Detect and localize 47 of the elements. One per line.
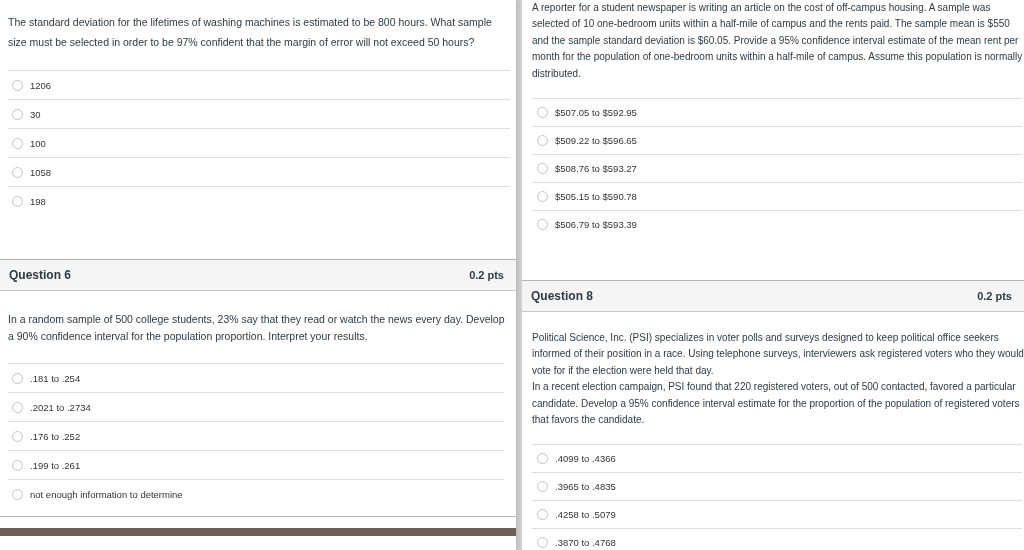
radio-button[interactable] (537, 135, 548, 147)
answer-option[interactable]: .3870 to .4768 (555, 537, 616, 549)
question-title: Question 8 (531, 289, 593, 304)
answer-option[interactable]: 1058 (30, 166, 52, 178)
answer-option[interactable]: .181 to .254 (30, 372, 81, 384)
radio-button[interactable] (537, 481, 548, 493)
answer-option[interactable]: $508.76 to $593.27 (555, 163, 637, 175)
answer-option[interactable]: .176 to .252 (30, 430, 81, 442)
radio-button[interactable] (12, 430, 23, 442)
question-text: Political Science, Inc. (PSI) specializes in voter polls and surveys designed to keep political office seekers informed of their position in a race. Using telephone surveys, interviewers ask registered voters who they would vote for if the election were held that day. (532, 331, 1024, 378)
radio-button[interactable] (537, 219, 548, 231)
points-label: 0.2 pts (977, 290, 1012, 303)
answer-option[interactable]: $505.15 to $590.78 (555, 191, 637, 203)
radio-button[interactable] (537, 107, 548, 119)
answer-option[interactable]: not enough information to determine (30, 488, 183, 500)
answer-option[interactable]: $506.79 to $593.39 (555, 219, 637, 231)
radio-button[interactable] (537, 509, 548, 521)
radio-button[interactable] (537, 191, 548, 203)
question-text: In a recent election campaign, PSI found that 220 registered voters, out of 500 contacted, favored a particular candidate. Develop a 95% confidence interval estimate for the proportion of the population of registered voters that favors the candidate. (532, 380, 1021, 428)
answer-option[interactable]: .4258 to .5079 (555, 509, 616, 521)
answer-option[interactable]: .199 to .261 (30, 459, 81, 471)
answer-option[interactable]: $509.22 to $596.65 (555, 135, 637, 147)
radio-button[interactable] (12, 401, 23, 413)
question-title: Question 6 (9, 268, 71, 282)
answer-option[interactable]: 198 (30, 195, 46, 207)
question-text: The standard deviation for the lifetimes of washing machines is estimated to be 800 hours. What sample size must be selected in order to be 97% confident that the margin of error will not exceed 50 hours? (8, 15, 493, 50)
answer-option[interactable]: .2021 to .2734 (30, 401, 91, 413)
radio-button[interactable] (12, 459, 23, 471)
radio-button[interactable] (12, 195, 23, 207)
radio-button[interactable] (12, 372, 23, 384)
answer-option[interactable]: 30 (30, 108, 41, 120)
answer-option[interactable]: .3965 to .4835 (555, 481, 616, 493)
radio-button[interactable] (12, 79, 23, 91)
radio-button[interactable] (537, 453, 548, 465)
points-label: 0.2 pts (469, 269, 504, 281)
answer-option[interactable]: $507.05 to $592.95 (555, 107, 637, 119)
radio-button[interactable] (537, 537, 548, 549)
radio-button[interactable] (12, 137, 23, 149)
answer-option[interactable]: 100 (30, 137, 46, 149)
radio-button[interactable] (12, 108, 23, 120)
radio-button[interactable] (537, 163, 548, 175)
radio-button[interactable] (12, 166, 23, 178)
question-text: A reporter for a student newspaper is writing an article on the cost of off-campus housing. A sample was selected of 10 one-bedroom units within a half-mile of campus and the rents paid. The sample mean is $550 and the sample standard deviation is $60.05. Provide a 95% confidence interval estimate of the mean rent per month for the population of one-bedroom units within a half-mile of campus. Assume this population is normally distributed. (532, 1, 1024, 81)
question-text: In a random sample of 500 college students, 23% say that they read or watch the news every day. Develop a 90% confidence interval for the population proportion. Interpret your results. (8, 312, 506, 344)
radio-button[interactable] (12, 488, 23, 500)
answer-option[interactable]: .4099 to .4366 (555, 453, 616, 465)
answer-option[interactable]: 1206 (30, 79, 52, 91)
